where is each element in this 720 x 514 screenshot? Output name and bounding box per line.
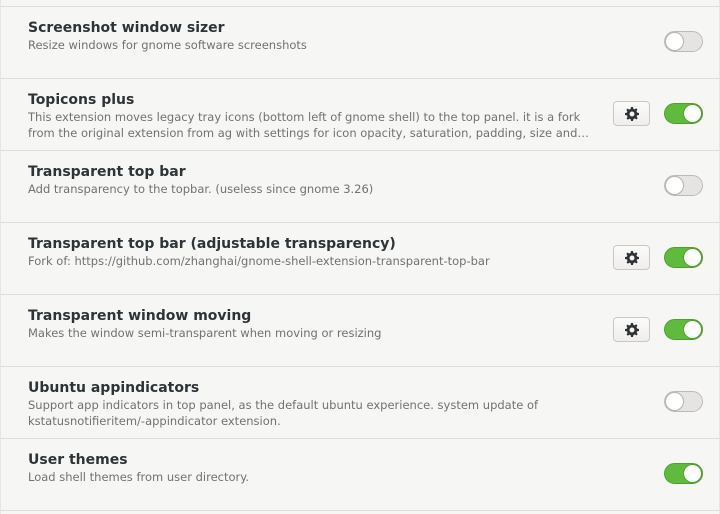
switch-knob — [665, 392, 684, 411]
extension-enable-switch[interactable] — [664, 463, 703, 484]
switch-knob — [683, 464, 702, 483]
extension-text: Ubuntu appindicators Support app indicat… — [28, 380, 593, 429]
extension-row-transparent-window-moving: Transparent window moving Makes the wind… — [1, 295, 719, 367]
extension-enable-switch[interactable] — [664, 247, 703, 268]
extension-text: Transparent window moving Makes the wind… — [28, 308, 593, 342]
extension-description: Resize windows for gnome software screen… — [28, 38, 307, 52]
extension-title: Transparent window moving — [28, 308, 252, 324]
extension-settings-button[interactable] — [613, 101, 650, 126]
switch-knob — [683, 248, 702, 267]
extension-row-ubuntu-appindicators: Ubuntu appindicators Support app indicat… — [1, 367, 719, 439]
switch-knob — [683, 320, 702, 339]
gear-icon — [624, 322, 639, 337]
extension-title: Topicons plus — [28, 92, 135, 108]
extension-settings-button[interactable] — [613, 317, 650, 342]
switch-knob — [665, 176, 684, 195]
extension-title: User themes — [28, 452, 128, 468]
extension-enable-switch[interactable] — [664, 31, 703, 52]
extension-enable-switch[interactable] — [664, 391, 703, 412]
extension-description: Support app indicators in top panel, as … — [28, 398, 539, 428]
extension-row-topicons-plus: Topicons plus This extension moves legac… — [1, 79, 719, 151]
switch-knob — [665, 32, 684, 51]
extension-row-user-themes: User themes Load shell themes from user … — [1, 439, 719, 511]
extension-settings-button[interactable] — [613, 245, 650, 270]
extension-title: Transparent top bar (adjustable transpar… — [28, 236, 396, 252]
gear-icon — [624, 106, 639, 121]
extension-text: User themes Load shell themes from user … — [28, 452, 593, 486]
extension-description: This extension moves legacy tray icons (… — [28, 110, 581, 140]
extension-description: Fork of: https://github.com/zhanghai/gno… — [28, 254, 490, 268]
extension-row-transparent-top-bar: Transparent top bar Add transparency to … — [1, 151, 719, 223]
extension-description: Add transparency to the topbar. (useless… — [28, 182, 374, 196]
extension-description: Makes the window semi-transparent when m… — [28, 326, 382, 340]
switch-knob — [683, 104, 702, 123]
extension-text: Transparent top bar (adjustable transpar… — [28, 236, 593, 270]
gear-icon — [624, 250, 639, 265]
extension-row-screenshot-window-sizer: Screenshot window sizer Resize windows f… — [1, 7, 719, 79]
extension-enable-switch[interactable] — [664, 175, 703, 196]
extension-row-transparent-top-bar-adjustable: Transparent top bar (adjustable transpar… — [1, 223, 719, 295]
extension-description: Load shell themes from user directory. — [28, 470, 250, 484]
extension-text: Transparent top bar Add transparency to … — [28, 164, 593, 198]
extension-title: Ubuntu appindicators — [28, 380, 200, 396]
extension-title: Screenshot window sizer — [28, 20, 225, 36]
extension-enable-switch[interactable] — [664, 319, 703, 340]
extensions-list: Screenshot window sizer Resize windows f… — [0, 0, 720, 514]
extension-title: Transparent top bar — [28, 164, 186, 180]
extension-enable-switch[interactable] — [664, 103, 703, 124]
extension-text: Screenshot window sizer Resize windows f… — [28, 20, 593, 54]
extension-text: Topicons plus This extension moves legac… — [28, 92, 593, 141]
